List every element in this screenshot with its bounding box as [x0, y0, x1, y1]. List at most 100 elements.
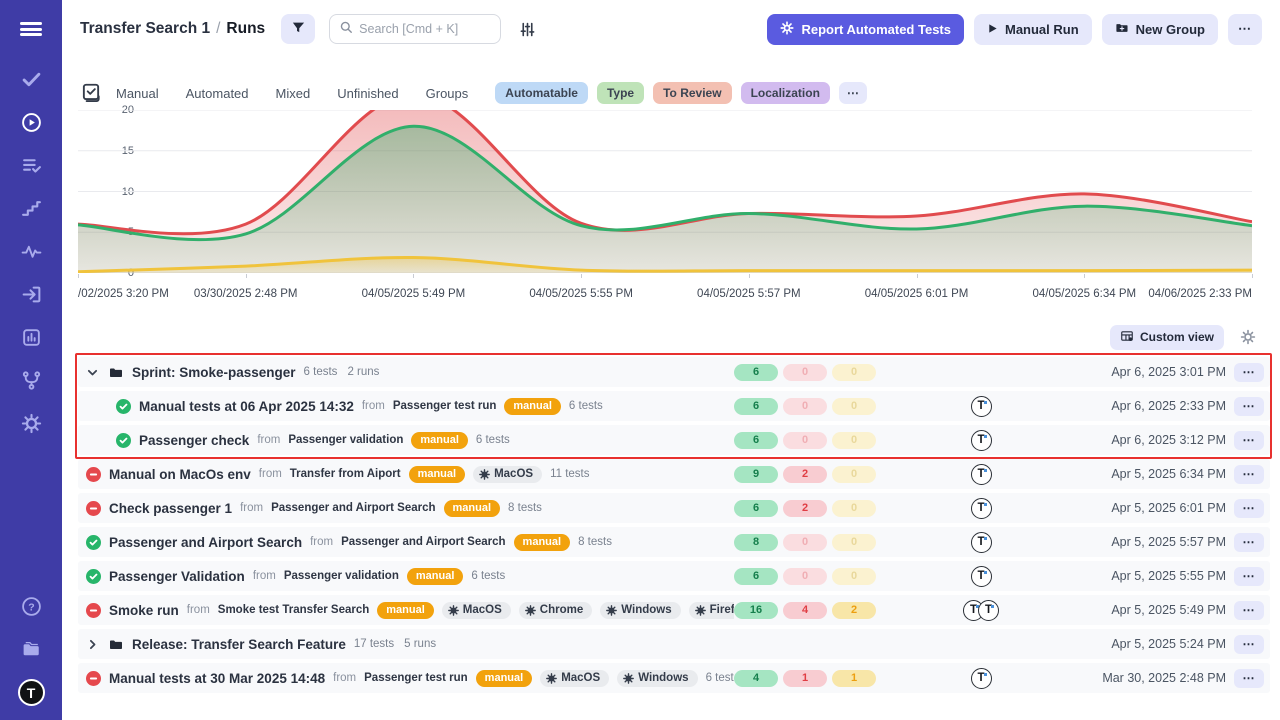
tests-count: 8 tests [578, 536, 612, 548]
group-title: Release: Transfer Search Feature [132, 637, 346, 652]
tasks-check-icon[interactable] [18, 66, 44, 92]
run-title[interactable]: Passenger Validation [109, 569, 245, 584]
assignee-avatars: T [886, 566, 1076, 587]
assignee-avatars: T [886, 464, 1076, 485]
tab-automated[interactable]: Automated [186, 86, 249, 101]
tag-type[interactable]: Type [597, 82, 644, 104]
workflow-branch-icon[interactable] [18, 367, 44, 393]
tab-unfinished[interactable]: Unfinished [337, 86, 398, 101]
x-tick-mark [246, 274, 247, 278]
hamburger-menu-icon[interactable] [18, 16, 44, 42]
chevron-down-icon[interactable] [86, 365, 100, 379]
row-menu-button[interactable]: ⋯ [1234, 533, 1264, 552]
custom-view-button[interactable]: Custom view [1110, 325, 1224, 350]
row-menu-button[interactable]: ⋯ [1234, 431, 1264, 450]
select-all-icon[interactable] [80, 82, 102, 104]
run-title[interactable]: Passenger and Airport Search [109, 535, 302, 550]
group-row[interactable]: Sprint: Smoke-passenger6 tests2 runs600A… [78, 357, 1270, 387]
play-icon [987, 22, 998, 37]
tests-count: 6 tests [476, 434, 510, 446]
user-avatar[interactable]: T [978, 600, 999, 621]
analytics-chart-icon[interactable] [18, 324, 44, 350]
run-title[interactable]: Check passenger 1 [109, 501, 232, 516]
env-gear-icon [479, 469, 490, 480]
skipped-pill: 0 [832, 568, 876, 585]
row-menu-button[interactable]: ⋯ [1234, 499, 1264, 518]
breadcrumb-project[interactable]: Transfer Search 1 [80, 20, 210, 37]
passed-pill: 6 [734, 398, 778, 415]
report-automated-tests-button[interactable]: Report Automated Tests [767, 14, 964, 45]
settings-gear-icon[interactable] [18, 410, 44, 436]
from-label: from [257, 434, 280, 446]
row-menu-button[interactable]: ⋯ [1234, 465, 1264, 484]
row-menu-button[interactable]: ⋯ [1234, 363, 1264, 382]
manual-badge: manual [504, 398, 561, 415]
x-tick-label: 03/30/2025 2:48 PM [194, 288, 298, 300]
tab-groups[interactable]: Groups [426, 86, 469, 101]
run-row[interactable]: Smoke runfromSmoke test Transfer Searchm… [78, 595, 1270, 625]
user-avatar[interactable]: T [971, 566, 992, 587]
sign-in-icon[interactable] [18, 281, 44, 307]
milestones-steps-icon[interactable] [18, 195, 44, 221]
run-date: Apr 5, 2025 5:49 PM [1076, 603, 1226, 617]
tags-more-button[interactable]: ⋯ [839, 82, 867, 104]
search-input[interactable] [359, 22, 491, 36]
breadcrumb: Transfer Search 1/Runs [80, 20, 265, 38]
row-menu-button[interactable]: ⋯ [1234, 601, 1264, 620]
passed-pill: 6 [734, 500, 778, 517]
run-title[interactable]: Manual on MacOs env [109, 467, 251, 482]
user-avatar[interactable]: T [971, 498, 992, 519]
row-menu-button[interactable]: ⋯ [1234, 397, 1264, 416]
run-row[interactable]: Manual tests at 06 Apr 2025 14:32fromPas… [78, 391, 1270, 421]
user-avatar[interactable]: T [971, 430, 992, 451]
row-menu-button[interactable]: ⋯ [1234, 567, 1264, 586]
run-row[interactable]: Manual tests at 30 Mar 2025 14:48fromPas… [78, 663, 1270, 693]
filter-button[interactable] [281, 14, 315, 44]
row-menu-button[interactable]: ⋯ [1234, 635, 1264, 654]
help-icon[interactable]: ? [18, 593, 44, 619]
run-row[interactable]: Check passenger 1fromPassenger and Airpo… [78, 493, 1270, 523]
tab-manual[interactable]: Manual [116, 86, 159, 101]
activity-pulse-icon[interactable] [18, 238, 44, 264]
skipped-pill: 0 [832, 432, 876, 449]
projects-folder-icon[interactable] [18, 636, 44, 662]
user-avatar[interactable]: T [971, 464, 992, 485]
assignee-avatars: TT [886, 600, 1076, 621]
user-avatar[interactable]: T [971, 532, 992, 553]
tag-automatable[interactable]: Automatable [495, 82, 588, 104]
runs-play-circle-icon[interactable] [18, 109, 44, 135]
skipped-pill: 1 [832, 670, 876, 687]
x-tick-mark [413, 274, 414, 278]
table-settings-gear-icon[interactable] [1232, 322, 1264, 352]
run-row[interactable]: Manual on MacOs envfromTransfer from Aip… [78, 459, 1270, 489]
run-row[interactable]: Passenger checkfromPassenger validationm… [78, 425, 1270, 455]
tag-to-review[interactable]: To Review [653, 82, 731, 104]
stats-pills: 600 [734, 432, 886, 449]
account-logo-avatar[interactable]: T [18, 679, 45, 706]
tag-localization[interactable]: Localization [741, 82, 830, 104]
list-check-icon[interactable] [18, 152, 44, 178]
chevron-right-icon[interactable] [86, 637, 100, 651]
user-avatar[interactable]: T [971, 668, 992, 689]
search-box[interactable] [329, 14, 501, 44]
run-title[interactable]: Passenger check [139, 433, 249, 448]
sidebar: ? T [0, 0, 62, 720]
run-row[interactable]: Passenger and Airport SearchfromPassenge… [78, 527, 1270, 557]
manual-run-button[interactable]: Manual Run [974, 14, 1092, 45]
passed-pill: 9 [734, 466, 778, 483]
env-gear-icon [695, 605, 706, 616]
run-title[interactable]: Manual tests at 06 Apr 2025 14:32 [139, 399, 354, 414]
run-title[interactable]: Smoke run [109, 603, 179, 618]
folder-icon [108, 365, 124, 380]
new-group-button[interactable]: New Group [1102, 14, 1218, 45]
header-more-button[interactable]: ⋯ [1228, 14, 1262, 45]
tab-mixed[interactable]: Mixed [276, 86, 311, 101]
run-title[interactable]: Manual tests at 30 Mar 2025 14:48 [109, 671, 325, 686]
run-row[interactable]: Passenger ValidationfromPassenger valida… [78, 561, 1270, 591]
user-avatar[interactable]: T [971, 396, 992, 417]
x-tick-label: 04/05/2025 5:49 PM [362, 288, 466, 300]
group-row[interactable]: Release: Transfer Search Feature17 tests… [78, 629, 1270, 659]
tune-sliders-icon[interactable] [511, 14, 543, 44]
row-menu-button[interactable]: ⋯ [1234, 669, 1264, 688]
automation-gear-icon [780, 21, 794, 38]
